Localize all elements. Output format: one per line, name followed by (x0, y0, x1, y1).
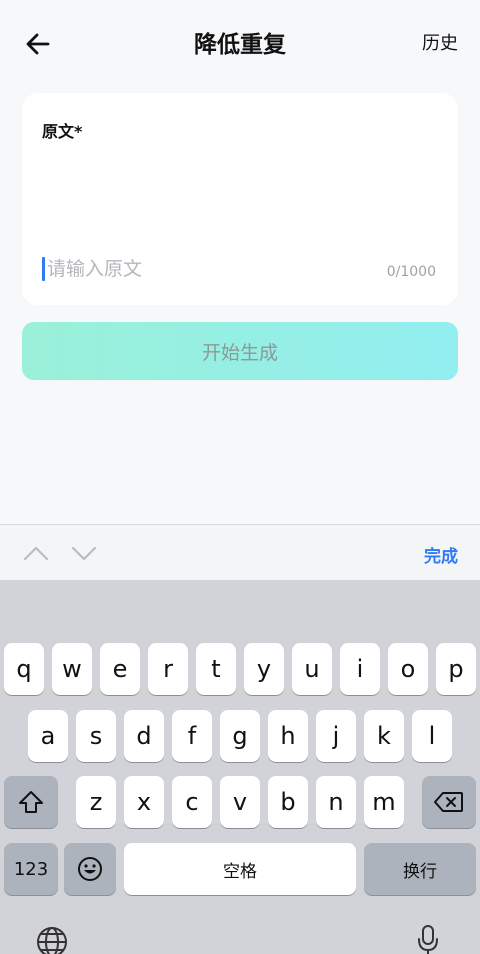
key-a[interactable]: a (28, 710, 68, 762)
generate-button-label: 开始生成 (201, 341, 278, 364)
key-o[interactable]: o (388, 643, 428, 695)
emoji-key[interactable] (64, 843, 116, 895)
backspace-icon (434, 792, 463, 812)
emoji-icon (78, 857, 102, 881)
shift-key[interactable] (4, 776, 58, 828)
key-x[interactable]: x (124, 776, 164, 828)
key-l[interactable]: l (412, 710, 452, 762)
key-n[interactable]: n (316, 776, 356, 828)
key-e[interactable]: e (100, 643, 140, 695)
key-i[interactable]: i (340, 643, 380, 695)
chevron-up-icon (23, 546, 49, 561)
key-j[interactable]: j (316, 710, 356, 762)
key-w[interactable]: w (52, 643, 92, 695)
microphone-button[interactable] (416, 924, 440, 954)
char-counter: 0/1000 (386, 264, 436, 280)
key-y[interactable]: y (244, 643, 284, 695)
app-header: 降低重复 历史 (0, 0, 480, 90)
key-t[interactable]: t (196, 643, 236, 695)
space-key[interactable]: 空格 (124, 843, 356, 895)
page-title: 降低重复 (194, 32, 286, 58)
keyboard: q w e r t y u i o p a s d f g h j k l z … (0, 580, 480, 954)
key-d[interactable]: d (124, 710, 164, 762)
history-button[interactable]: 历史 (422, 32, 458, 56)
key-s[interactable]: s (76, 710, 116, 762)
original-text-input[interactable]: 请输入原文 (47, 257, 142, 281)
globe-button[interactable] (36, 926, 68, 954)
next-field-button[interactable] (70, 542, 98, 564)
key-r[interactable]: r (148, 643, 188, 695)
key-v[interactable]: v (220, 776, 260, 828)
previous-field-button[interactable] (22, 542, 50, 564)
shift-icon (19, 791, 43, 813)
keyboard-toolbar: 完成 (0, 524, 480, 581)
key-h[interactable]: h (268, 710, 308, 762)
generate-button[interactable]: 开始生成 (22, 322, 458, 380)
text-cursor (42, 257, 45, 281)
globe-icon (37, 927, 67, 954)
return-key[interactable]: 换行 (364, 843, 476, 895)
key-p[interactable]: p (436, 643, 476, 695)
done-button[interactable]: 完成 (424, 542, 458, 567)
original-text-card[interactable]: 原文* 请输入原文 0/1000 (22, 93, 458, 305)
key-m[interactable]: m (364, 776, 404, 828)
key-b[interactable]: b (268, 776, 308, 828)
original-text-label: 原文* (42, 122, 83, 141)
key-c[interactable]: c (172, 776, 212, 828)
chevron-down-icon (71, 546, 97, 561)
key-q[interactable]: q (4, 643, 44, 695)
key-u[interactable]: u (292, 643, 332, 695)
microphone-icon (418, 925, 438, 954)
key-g[interactable]: g (220, 710, 260, 762)
numbers-key[interactable]: 123 (4, 843, 58, 895)
delete-key[interactable] (422, 776, 476, 828)
key-f[interactable]: f (172, 710, 212, 762)
key-z[interactable]: z (76, 776, 116, 828)
key-k[interactable]: k (364, 710, 404, 762)
